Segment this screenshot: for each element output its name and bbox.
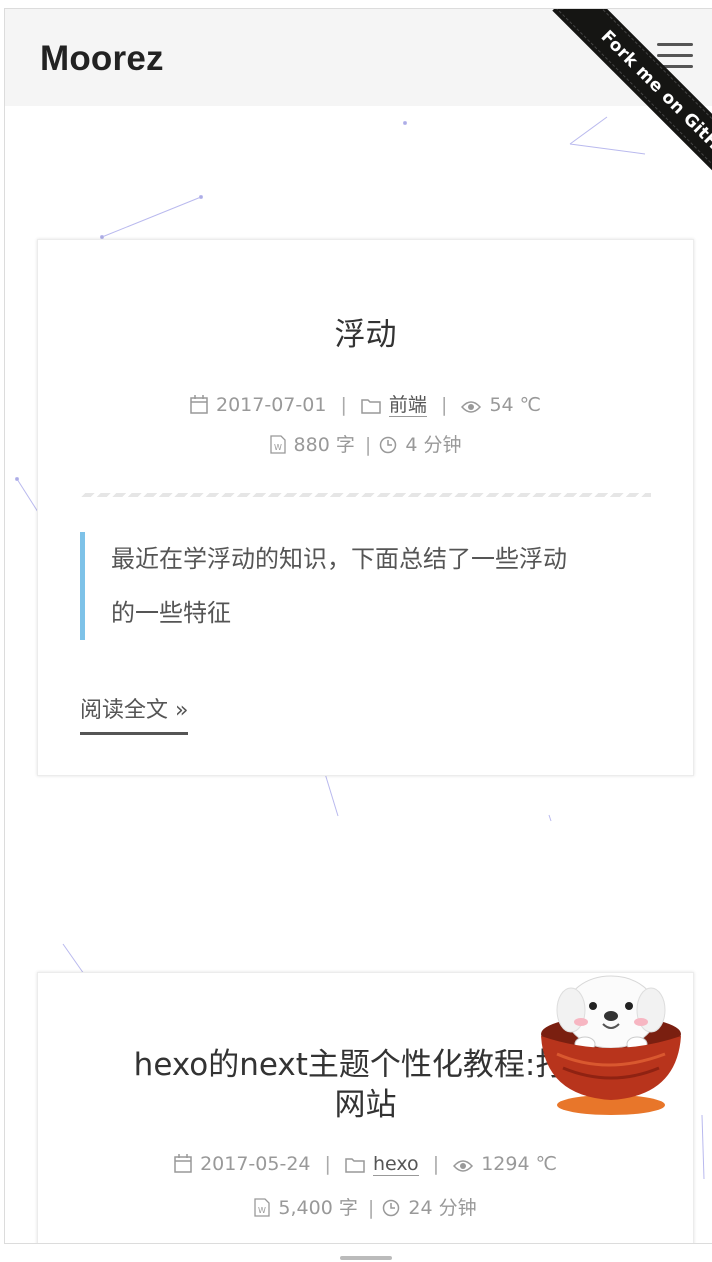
svg-text:W: W <box>258 1206 266 1215</box>
post-stats: W 5,400 字 | 24 分钟 <box>38 1193 693 1222</box>
folder-icon <box>361 397 381 419</box>
file-word-icon: W <box>254 1198 271 1222</box>
file-word-icon: W <box>269 435 286 459</box>
post-card: 浮动 2017-07-01 | 前端 | 54 ℃ W 880 字 | 4 分钟 <box>37 239 694 776</box>
post-divider <box>80 493 651 497</box>
mascot-dog-in-bowl[interactable] <box>537 964 685 1122</box>
post-date: 2017-07-01 <box>216 394 327 416</box>
post-views: 1294 ℃ <box>481 1153 557 1175</box>
page-frame: Moorez 浮动 2017-07-01 | 前端 | 54 ℃ W 880 字… <box>4 8 712 1244</box>
word-count: 5,400 字 <box>278 1197 358 1219</box>
post-meta: 2017-05-24 | hexo | 1294 ℃ <box>38 1153 693 1178</box>
post-meta: 2017-07-01 | 前端 | 54 ℃ <box>38 390 693 419</box>
eye-icon <box>461 397 482 419</box>
read-more-link[interactable]: 阅读全文 » <box>80 692 189 735</box>
word-count: 880 字 <box>293 434 355 456</box>
svg-text:W: W <box>274 443 282 452</box>
calendar-icon <box>190 395 208 419</box>
eye-icon <box>453 1156 474 1178</box>
reading-time: 24 分钟 <box>408 1197 477 1219</box>
scroll-handle[interactable] <box>340 1256 392 1260</box>
folder-icon <box>345 1156 365 1178</box>
clock-icon <box>379 436 397 459</box>
calendar-icon <box>174 1154 192 1178</box>
site-brand[interactable]: Moorez <box>40 39 164 79</box>
post-stats: W 880 字 | 4 分钟 <box>38 430 693 459</box>
post-title[interactable]: 浮动 <box>78 315 653 355</box>
post-excerpt: 最近在学浮动的知识，下面总结了一些浮动 的一些特征 <box>80 532 631 640</box>
reading-time: 4 分钟 <box>405 434 462 456</box>
post-category[interactable]: 前端 <box>388 394 427 417</box>
post-category[interactable]: hexo <box>373 1153 419 1176</box>
post-date: 2017-05-24 <box>200 1153 311 1175</box>
post-views: 54 ℃ <box>489 394 541 416</box>
clock-icon <box>382 1199 400 1222</box>
